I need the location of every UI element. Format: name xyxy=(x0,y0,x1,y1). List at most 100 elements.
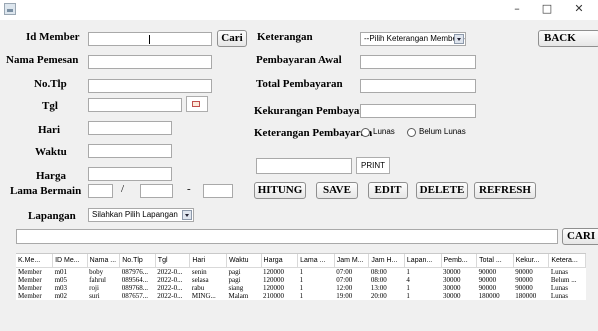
table-cell: 2022-0... xyxy=(157,268,183,276)
no-tlp-input[interactable] xyxy=(88,79,212,93)
table-cell: MING... xyxy=(191,292,216,300)
harga-label: Harga xyxy=(36,170,66,182)
waktu-input[interactable] xyxy=(88,144,172,158)
delete-button[interactable]: DELETE xyxy=(416,182,468,199)
id-member-input[interactable] xyxy=(88,32,212,46)
edit-button[interactable]: EDIT xyxy=(368,182,408,199)
hari-input[interactable] xyxy=(88,121,172,135)
print-input[interactable] xyxy=(256,158,352,174)
minimize-button[interactable]: – xyxy=(502,0,532,20)
column-header[interactable]: ID Me... xyxy=(52,254,88,268)
table-cell: 30000 xyxy=(443,276,461,284)
lapangan-select[interactable]: Silahkan Pilih Lapangan xyxy=(88,208,194,222)
cari-button[interactable]: Cari xyxy=(217,30,247,47)
close-button[interactable]: ✕ xyxy=(564,0,594,20)
table-cell: Malam xyxy=(228,292,249,300)
tgl-label: Tgl xyxy=(42,100,58,112)
nama-pemesan-label: Nama Pemesan xyxy=(6,54,79,66)
print-button[interactable]: PRINT xyxy=(356,157,390,174)
table-cell: Member xyxy=(18,292,42,300)
table-cell: 19:00 xyxy=(336,292,353,300)
column-header[interactable]: K.Me... xyxy=(16,254,54,268)
table-cell: pagi xyxy=(228,276,241,284)
data-table[interactable]: K.Me... ID Me... Nama ... No.Tlp Tgl Har… xyxy=(16,254,586,300)
table-cell: 1 xyxy=(406,284,410,292)
table-cell: 08:00 xyxy=(370,268,387,276)
keterangan-select[interactable]: --Pilih Keterangan Member-- xyxy=(360,32,466,46)
save-button[interactable]: SAVE xyxy=(316,182,358,199)
maximize-button[interactable]: □ xyxy=(532,0,562,20)
radio-lunas-label: Lunas xyxy=(373,127,395,136)
nama-pemesan-input[interactable] xyxy=(88,55,212,69)
table-row[interactable]: Member m01 boby 087976... 2022-0... senin pagi… xyxy=(16,268,586,277)
column-header[interactable]: No.Tlp xyxy=(119,254,156,268)
column-header[interactable]: Lapan... xyxy=(404,254,442,268)
table-cell: 180000 xyxy=(515,292,537,300)
table-cell: siang xyxy=(228,284,244,292)
table-cell: 90000 xyxy=(478,268,497,276)
hitung-button[interactable]: HITUNG xyxy=(254,182,306,199)
table-cell: suri xyxy=(89,292,100,300)
chevron-down-icon xyxy=(454,34,464,44)
column-header[interactable]: Jam M... xyxy=(334,254,370,268)
table-cell: 2022-0... xyxy=(157,292,183,300)
table-row[interactable]: Member m05 fahrul 089564... 2022-0... selasa p… xyxy=(16,276,586,284)
jam-habis-input[interactable] xyxy=(203,184,233,198)
table-row[interactable]: Member m03 roji 089768... 2022-0... rabu siang… xyxy=(16,284,586,292)
jam-mulai-input[interactable] xyxy=(140,184,173,198)
column-header[interactable]: Kekur... xyxy=(513,254,550,268)
pembayaran-awal-label: Pembayaran Awal xyxy=(256,54,342,66)
table-cell: 07:00 xyxy=(336,268,353,276)
column-header[interactable]: Hari xyxy=(189,254,227,268)
keterangan-select-value: --Pilih Keterangan Member-- xyxy=(364,34,465,43)
tgl-input[interactable] xyxy=(88,98,182,112)
cari-table-button[interactable]: CARI xyxy=(562,228,598,245)
search-input[interactable] xyxy=(16,229,558,244)
table-cell: 089564... xyxy=(121,276,148,284)
table-cell: 1 xyxy=(406,268,410,276)
column-header[interactable]: Ketera... xyxy=(548,254,586,268)
radio-lunas[interactable] xyxy=(361,128,370,137)
column-header[interactable]: Harga xyxy=(261,254,299,268)
radio-belum-lunas[interactable] xyxy=(407,128,416,137)
column-header[interactable]: Nama ... xyxy=(87,254,121,268)
table-row[interactable]: Member m02 suri 087657... 2022-0... MING... Ma… xyxy=(16,292,586,300)
table-cell: 1 xyxy=(299,276,304,284)
lama-bermain-input[interactable] xyxy=(88,184,113,198)
table-cell: Lunas xyxy=(550,268,568,276)
hari-label: Hari xyxy=(38,124,60,136)
lapangan-label: Lapangan xyxy=(28,210,76,222)
table-cell: m05 xyxy=(54,276,68,284)
table-cell: 1 xyxy=(299,284,304,292)
table-cell: Belum ... xyxy=(550,276,577,284)
table-cell: Lunas xyxy=(550,292,568,300)
pembayaran-awal-input[interactable] xyxy=(360,55,476,69)
column-header[interactable]: Tgl xyxy=(155,254,191,268)
kekurangan-pembayaran-label: Kekurangan Pembayaran xyxy=(254,105,376,117)
table-cell: Lunas xyxy=(550,284,568,292)
table-cell: m02 xyxy=(54,292,68,300)
harga-input[interactable] xyxy=(88,167,172,181)
column-header[interactable]: Jam H... xyxy=(368,254,405,268)
kekurangan-pembayaran-input[interactable] xyxy=(360,104,476,118)
table-cell: 089768... xyxy=(121,284,148,292)
lama-separator-slash: / xyxy=(121,183,125,195)
total-pembayaran-input[interactable] xyxy=(360,79,476,93)
table-cell: m03 xyxy=(54,284,68,292)
total-pembayaran-label: Total Pembayaran xyxy=(256,78,343,90)
back-button[interactable]: BACK xyxy=(538,30,598,47)
column-header[interactable]: Pemb... xyxy=(441,254,478,268)
table-cell: 120000 xyxy=(263,276,285,284)
table-cell: selasa xyxy=(191,276,209,284)
refresh-button[interactable]: REFRESH xyxy=(474,182,536,199)
id-member-label: Id Member xyxy=(26,31,80,43)
column-header[interactable]: Total ... xyxy=(476,254,514,268)
title-bar: – □ ✕ xyxy=(0,0,598,20)
table-cell: 12:00 xyxy=(336,284,353,292)
table-cell: 2022-0... xyxy=(157,284,183,292)
calendar-icon[interactable] xyxy=(186,96,208,112)
table-cell: 30000 xyxy=(443,268,461,276)
column-header[interactable]: Waktu xyxy=(226,254,262,268)
table-cell: senin xyxy=(191,268,207,276)
column-header[interactable]: Lama ... xyxy=(297,254,335,268)
